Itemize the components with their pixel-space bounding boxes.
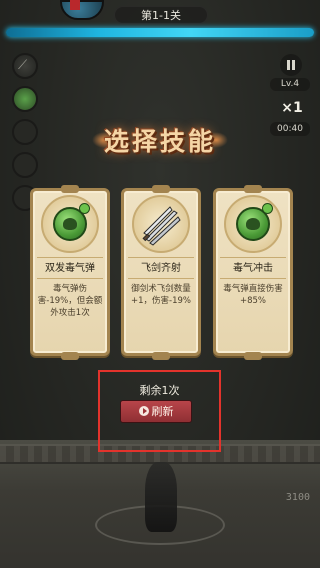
skill-slot-2[interactable] [12,86,38,112]
poison-skull-icon [236,203,273,241]
skill-description: 御剑术飞剑数量+1，伤害-19% [131,284,191,306]
card-art [224,195,282,253]
hero-character [145,462,177,532]
energy-bar [6,28,314,37]
skill-slot-1[interactable]: ⟋ [12,53,38,79]
poison-skull-icon [53,203,90,241]
speed-button[interactable]: ×1 [280,100,304,118]
dialog-title: 选择技能 [103,127,216,156]
skill-cards: 双发毒气弹 毒气弹伤害-19%，但会额外攻击1次 飞剑齐射 御剑术飞剑数量+1，… [0,185,320,360]
refresh-button[interactable]: 刷新 [120,400,192,423]
score-counter: 3100 [285,492,310,503]
remaining-count: 剩余1次 [139,384,180,397]
skill-card-2[interactable]: 飞剑齐射 御剑术飞剑数量+1，伤害-19% [121,185,201,360]
slash-icon: ⟋ [18,58,28,73]
level-badge: Lv.4 [270,78,310,91]
stage-label: 第1-1关 [114,6,208,24]
skill-description: 毒气弹直接伤害+85% [223,284,283,306]
top-hud: 第1-1关 [0,0,320,44]
skill-description: 毒气弹伤害-19%，但会额外攻击1次 [37,284,103,318]
refresh-panel: 剩余1次 刷新 [98,370,221,452]
card-art [132,195,190,253]
flag-icon [70,0,80,10]
flying-swords-icon [142,206,181,246]
card-art [41,195,99,253]
skill-card-3[interactable]: 毒气冲击 毒气弹直接伤害+85% [213,185,293,360]
skill-name: 双发毒气弹 [37,257,103,279]
player-avatar[interactable] [60,0,104,20]
skill-card-1[interactable]: 双发毒气弹 毒气弹伤害-19%，但会额外攻击1次 [30,185,110,360]
skill-name: 飞剑齐射 [128,257,194,279]
pause-button[interactable] [280,54,302,76]
skill-name: 毒气冲击 [220,257,286,279]
refresh-label: 刷新 [151,405,174,418]
play-icon [138,406,149,416]
